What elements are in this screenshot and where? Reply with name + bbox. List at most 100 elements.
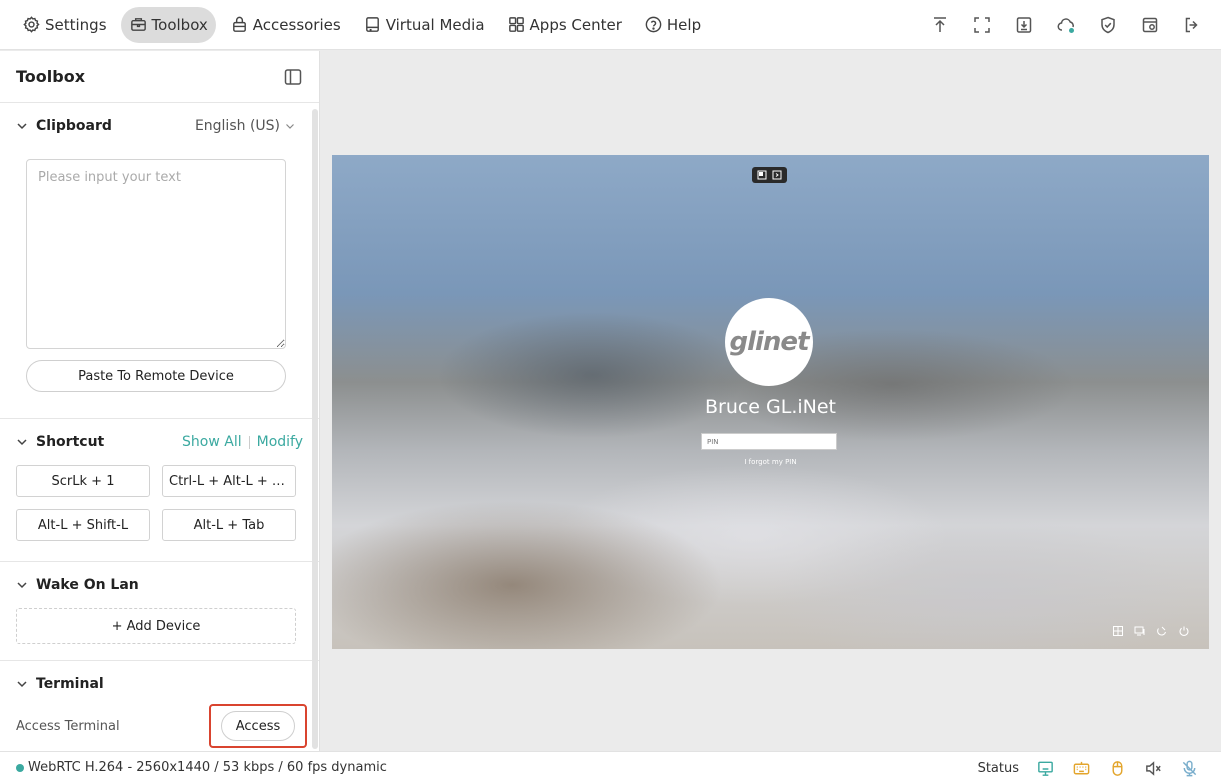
panel-header: Toolbox <box>0 51 319 103</box>
shield-icon <box>1101 16 1115 34</box>
chevron-down-icon <box>17 582 27 589</box>
remote-login-options <box>1107 623 1195 639</box>
remote-pin-input[interactable] <box>701 433 837 450</box>
shortcut-button[interactable]: ScrLk + 1 <box>16 465 150 497</box>
nav-accessories[interactable]: Accessories <box>222 7 349 43</box>
chevron-down-icon <box>17 123 27 130</box>
nav-help[interactable]: Help <box>636 7 709 43</box>
remote-power-button[interactable] <box>1173 623 1195 639</box>
mouse-button[interactable] <box>1099 754 1135 782</box>
terminal-section: Terminal Access Terminal Access <box>0 661 319 748</box>
toolbox-icon <box>130 18 146 31</box>
remote-mini-toolbar <box>752 167 787 183</box>
shortcut-title: Shortcut <box>36 434 105 450</box>
shortcut-section: Shortcut Show All Modify ScrLk + 1 Ctrl-… <box>0 419 319 562</box>
shortcut-header[interactable]: Shortcut Show All Modify <box>16 419 303 465</box>
terminal-title-wrap: Terminal <box>16 676 104 692</box>
link-divider <box>248 435 250 449</box>
stream-info: WebRTC H.264 - 2560x1440 / 53 kbps / 60 … <box>0 760 387 775</box>
mute-icon <box>1145 760 1161 776</box>
keyboard-button[interactable] <box>1063 754 1099 782</box>
modify-link[interactable]: Modify <box>257 434 303 450</box>
main-nav: Settings Toolbox Accessories Virtual Med… <box>0 0 715 50</box>
access-terminal-label: Access Terminal <box>16 718 120 734</box>
help-icon <box>645 16 662 33</box>
remote-user-name: Bruce GL.iNet <box>704 396 837 418</box>
nav-help-label: Help <box>666 15 702 34</box>
screen-icon <box>1134 626 1145 636</box>
wake-on-lan-section: Wake On Lan + Add Device <box>0 562 319 661</box>
forgot-pin-link[interactable]: I forgot my PIN <box>332 458 1209 466</box>
network-icon <box>1113 626 1123 636</box>
upload-icon <box>934 17 946 32</box>
nav-toolbox[interactable]: Toolbox <box>120 6 216 43</box>
security-button[interactable] <box>1087 5 1129 45</box>
disk-icon <box>365 17 379 32</box>
clipboard-title-wrap: Clipboard <box>16 118 112 134</box>
cloud-button[interactable] <box>1045 5 1087 45</box>
show-all-link[interactable]: Show All <box>182 434 242 450</box>
pin-window-icon[interactable] <box>757 170 767 180</box>
grid-icon <box>508 17 524 32</box>
clipboard-header[interactable]: Clipboard English (US) <box>16 103 295 149</box>
download-icon <box>1016 17 1032 33</box>
cloud-icon <box>1057 18 1074 33</box>
stream-details: WebRTC H.264 - 2560x1440 / 53 kbps / 60 … <box>28 760 387 775</box>
shortcut-button[interactable]: Alt-L + Shift-L <box>16 509 150 541</box>
sidebar-scrollbar[interactable] <box>312 109 318 749</box>
ease-of-access-icon <box>1157 626 1166 636</box>
nav-apps-center[interactable]: Apps Center <box>499 7 630 43</box>
remote-accessibility-button[interactable] <box>1129 623 1151 639</box>
nav-settings[interactable]: Settings <box>14 7 115 43</box>
monitor-icon <box>1037 761 1053 776</box>
remote-screen[interactable]: glinet Bruce GL.iNet I forgot my PIN <box>332 155 1209 649</box>
nav-accessories-label: Accessories <box>252 15 341 34</box>
wake-on-lan-title: Wake On Lan <box>36 577 139 593</box>
remote-network-button[interactable] <box>1107 623 1129 639</box>
window-button[interactable] <box>1129 5 1171 45</box>
clipboard-textarea[interactable] <box>26 159 286 349</box>
top-nav-bar: Settings Toolbox Accessories Virtual Med… <box>0 0 1221 50</box>
audio-button[interactable] <box>1135 754 1171 782</box>
fullscreen-button[interactable] <box>961 5 1003 45</box>
logout-button[interactable] <box>1171 5 1213 45</box>
shortcut-title-wrap: Shortcut <box>16 434 104 450</box>
shortcut-button[interactable]: Alt-L + Tab <box>162 509 296 541</box>
glinet-logo: glinet <box>729 327 809 357</box>
monitor-button[interactable] <box>1027 754 1063 782</box>
terminal-title: Terminal <box>36 676 104 692</box>
nav-virtual-media-label: Virtual Media <box>385 15 485 34</box>
chevron-down-icon <box>17 681 27 688</box>
nav-toolbox-label: Toolbox <box>151 15 208 34</box>
paste-to-remote-button[interactable]: Paste To Remote Device <box>26 360 286 392</box>
shortcut-links: Show All Modify <box>182 434 303 450</box>
add-device-button[interactable]: + Add Device <box>16 608 296 644</box>
power-icon <box>1179 626 1189 636</box>
gear-icon <box>23 16 40 33</box>
microphone-button[interactable] <box>1171 754 1207 782</box>
language-select[interactable]: English (US) <box>195 118 295 134</box>
download-button[interactable] <box>1003 5 1045 45</box>
access-terminal-button[interactable]: Access <box>221 711 295 741</box>
remote-ease-button[interactable] <box>1151 623 1173 639</box>
nav-virtual-media[interactable]: Virtual Media <box>355 7 493 43</box>
status-label: Status <box>977 760 1019 776</box>
language-value: English (US) <box>194 118 280 134</box>
nav-apps-center-label: Apps Center <box>529 15 622 34</box>
window-icon <box>1142 17 1158 33</box>
exit-window-icon[interactable] <box>772 170 782 180</box>
clipboard-title: Clipboard <box>36 118 112 134</box>
terminal-header[interactable]: Terminal <box>16 661 295 707</box>
keyboard-icon <box>1073 761 1089 774</box>
shortcut-button[interactable]: Ctrl-L + Alt-L + D... <box>162 465 296 497</box>
upload-button[interactable] <box>919 5 961 45</box>
chevron-down-icon <box>286 124 294 129</box>
clipboard-section: Clipboard English (US) Paste To Remote D… <box>0 103 319 419</box>
status-bar: WebRTC H.264 - 2560x1440 / 53 kbps / 60 … <box>0 751 1221 783</box>
shortcut-grid: ScrLk + 1 Ctrl-L + Alt-L + D... Alt-L + … <box>16 465 296 561</box>
panel-toggle-icon[interactable] <box>283 67 303 87</box>
panel-title: Toolbox <box>16 67 86 86</box>
toolbox-panel: Toolbox Clipboard English (US) Paste To … <box>0 51 320 751</box>
bag-icon <box>232 16 246 32</box>
wake-on-lan-header[interactable]: Wake On Lan <box>16 562 295 608</box>
